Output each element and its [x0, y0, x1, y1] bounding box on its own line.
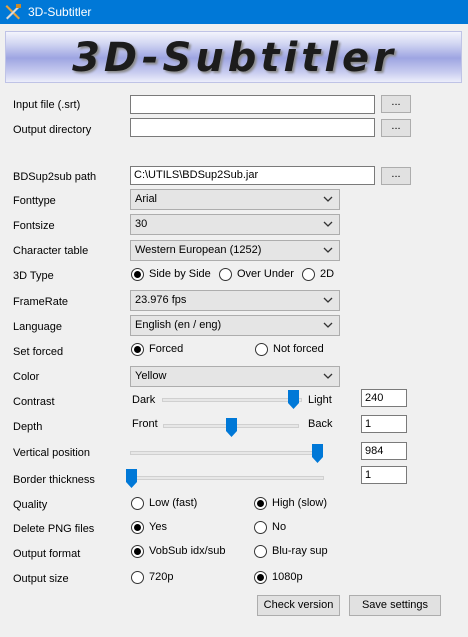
chevron-down-icon [323, 297, 333, 303]
quality-label: Quality [13, 499, 48, 511]
delete-png-label: Delete PNG files [13, 523, 95, 535]
depth-max-label: Back [308, 418, 333, 430]
contrast-value-field[interactable]: 240 [361, 389, 407, 407]
check-version-button[interactable]: Check version [257, 595, 340, 616]
border-thickness-label: Border thickness [13, 474, 95, 486]
save-settings-button[interactable]: Save settings [349, 595, 441, 616]
border-thickness-slider-track[interactable] [130, 476, 324, 480]
radio-selected-dot [134, 548, 141, 555]
color-label: Color [13, 371, 40, 383]
output-directory-browse-button[interactable]: ... [381, 119, 411, 137]
character-table-value: Western European (1252) [135, 244, 262, 256]
bdsup2sub-path-label: BDSup2sub path [13, 171, 97, 183]
depth-label: Depth [13, 421, 43, 433]
framerate-select[interactable]: 23.976 fps [130, 290, 340, 311]
output-format-label: Output format [13, 548, 81, 560]
radio-selected-dot [134, 524, 141, 531]
fontsize-value: 30 [135, 218, 148, 230]
contrast-min-label: Dark [132, 394, 156, 406]
fontsize-select[interactable]: 30 [130, 214, 340, 235]
language-label: Language [13, 321, 62, 333]
language-value: English (en / eng) [135, 319, 222, 331]
color-select[interactable]: Yellow [130, 366, 340, 387]
logo-text: 3D-Subtitler [72, 35, 397, 81]
contrast-max-label: Light [308, 394, 332, 406]
depth-min-label: Front [132, 418, 158, 430]
slider-thumb-icon[interactable] [225, 418, 237, 437]
title-bar: 3D-Subtitler [0, 0, 468, 24]
vertical-position-slider-track[interactable] [130, 451, 319, 455]
fontsize-label: Fontsize [13, 220, 55, 232]
character-table-label: Character table [13, 245, 89, 257]
3d-type-label: 3D Type [13, 270, 54, 282]
radio-selected-dot [134, 271, 141, 278]
bdsup2sub-path-browse-button[interactable]: ... [381, 167, 411, 185]
slider-thumb-icon[interactable] [311, 444, 323, 463]
radio-selected-dot [257, 574, 264, 581]
contrast-slider-track[interactable] [162, 398, 302, 402]
vertical-position-label: Vertical position [13, 447, 91, 459]
fonttype-select[interactable]: Arial [130, 189, 340, 210]
bdsup2sub-path-field[interactable]: C:\UTILS\BDSup2Sub.jar [130, 166, 375, 185]
chevron-down-icon [323, 196, 333, 202]
output-directory-label: Output directory [13, 124, 92, 136]
window-title: 3D-Subtitler [28, 5, 92, 19]
chevron-down-icon [323, 322, 333, 328]
framerate-value: 23.976 fps [135, 294, 187, 306]
crossed-tools-icon [5, 4, 21, 20]
vertical-position-value-field[interactable]: 984 [361, 442, 407, 460]
framerate-label: FrameRate [13, 296, 69, 308]
fonttype-label: Fonttype [13, 195, 56, 207]
radio-selected-dot [134, 346, 141, 353]
character-table-select[interactable]: Western European (1252) [130, 240, 340, 261]
input-file-field[interactable] [130, 95, 375, 114]
logo-banner: 3D-Subtitler [5, 31, 462, 83]
fonttype-value: Arial [135, 193, 158, 205]
slider-thumb-icon[interactable] [125, 469, 137, 488]
language-select[interactable]: English (en / eng) [130, 315, 340, 336]
contrast-label: Contrast [13, 396, 55, 408]
output-size-label: Output size [13, 573, 69, 585]
set-forced-label: Set forced [13, 346, 64, 358]
color-value: Yellow [135, 370, 167, 382]
input-file-browse-button[interactable]: ... [381, 95, 411, 113]
radio-selected-dot [257, 500, 264, 507]
border-thickness-value-field[interactable]: 1 [361, 466, 407, 484]
chevron-down-icon [323, 373, 333, 379]
chevron-down-icon [323, 221, 333, 227]
output-directory-field[interactable] [130, 118, 375, 137]
chevron-down-icon [323, 247, 333, 253]
slider-thumb-icon[interactable] [288, 390, 300, 409]
input-file-label: Input file (.srt) [13, 99, 81, 111]
depth-value-field[interactable]: 1 [361, 415, 407, 433]
